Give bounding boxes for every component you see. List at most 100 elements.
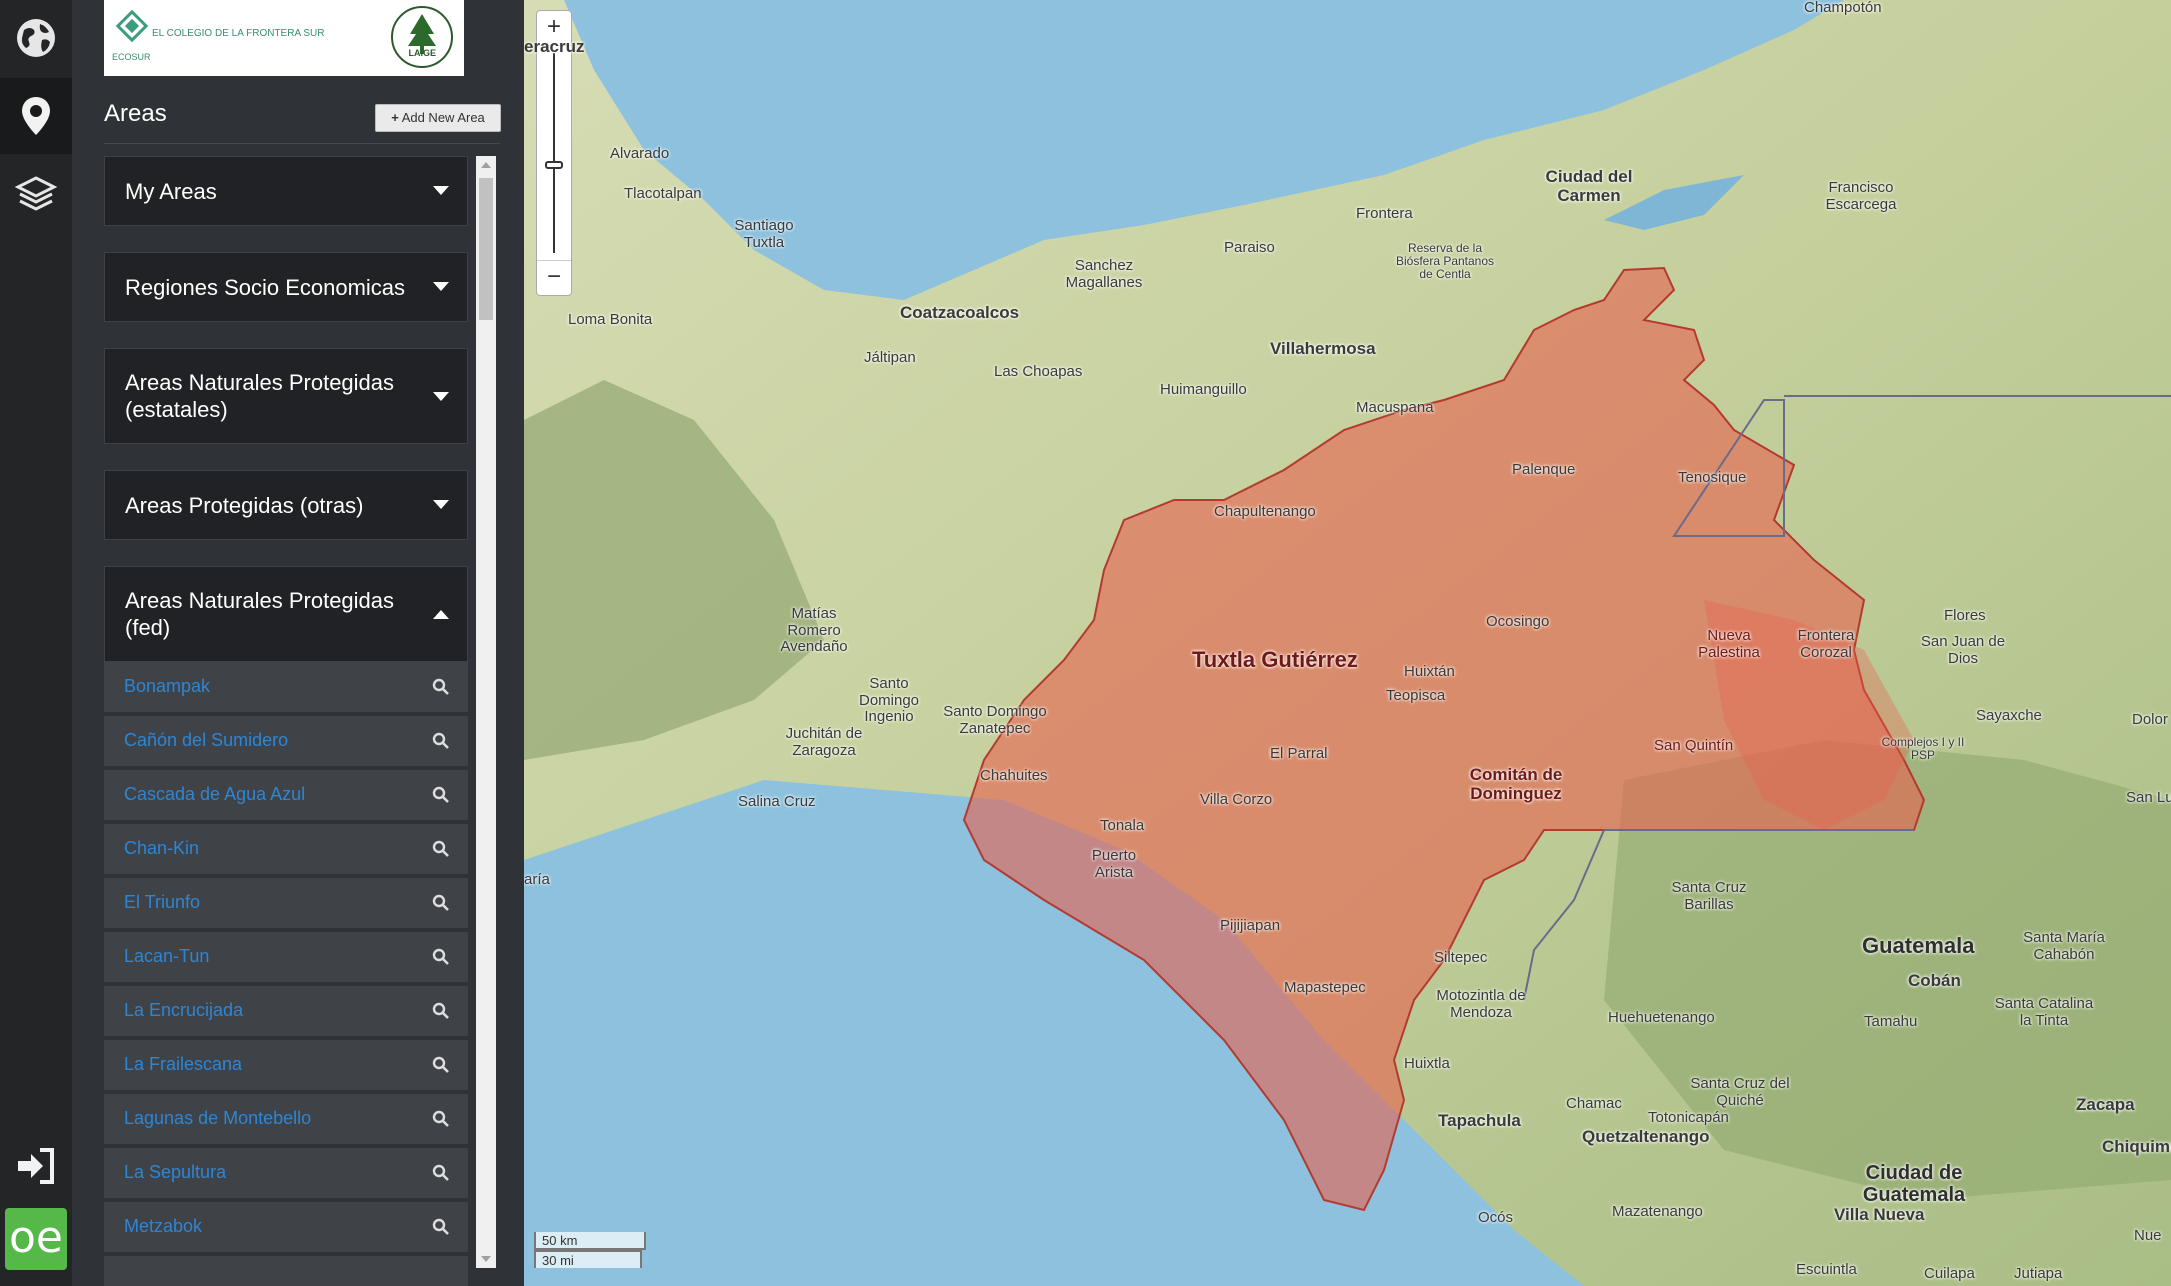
- area-item-metzabok[interactable]: Metzabok: [104, 1202, 468, 1254]
- globe-icon: [17, 19, 55, 57]
- map-label: Motozintla de Mendoza: [1436, 987, 1526, 1021]
- area-item-label[interactable]: La Frailescana: [124, 1054, 242, 1075]
- area-item-label[interactable]: Cascada de Agua Azul: [124, 784, 305, 805]
- map-pin-icon: [22, 97, 50, 135]
- map-label: Santiago Tuxtla: [734, 217, 794, 251]
- map-label: Tenosique: [1678, 469, 1747, 486]
- category-regiones-socio-economicas[interactable]: Regiones Socio Economicas: [104, 252, 468, 322]
- area-item-label[interactable]: El Triunfo: [124, 892, 200, 913]
- category-my-areas[interactable]: My Areas: [104, 156, 468, 226]
- map-label: Zacapa: [2076, 1095, 2135, 1114]
- map-label: Huimanguillo: [1160, 381, 1247, 398]
- map-label: Matías Romero Avendaño: [780, 605, 848, 655]
- category-label: Areas Naturales Protegidas (estatales): [125, 370, 395, 422]
- area-item-label[interactable]: Metzabok: [124, 1216, 202, 1237]
- area-item-canon-del-sumidero[interactable]: Cañón del Sumidero: [104, 716, 468, 768]
- panel-scrollbar[interactable]: [476, 156, 496, 1268]
- area-item-partial: [104, 1256, 468, 1286]
- area-item-el-triunfo[interactable]: El Triunfo: [104, 878, 468, 930]
- area-item-la-sepultura[interactable]: La Sepultura: [104, 1148, 468, 1200]
- map-label: Tlacotalpan: [624, 185, 702, 202]
- area-item-label[interactable]: Lacan-Tun: [124, 946, 209, 967]
- map-label: Ciudad del Carmen: [1545, 167, 1633, 205]
- map-label: San Lu: [2126, 789, 2171, 806]
- map-label: Jáltipan: [864, 349, 916, 366]
- scroll-up-arrow-icon[interactable]: [481, 162, 491, 168]
- map-label: Francisco Escarcega: [1825, 179, 1897, 213]
- search-icon[interactable]: [432, 840, 450, 858]
- area-item-lagunas-de-montebello[interactable]: Lagunas de Montebello: [104, 1094, 468, 1146]
- scroll-down-arrow-icon[interactable]: [481, 1256, 491, 1262]
- map-label: Coatzacoalcos: [900, 303, 1020, 322]
- map-label: Chapultenango: [1214, 503, 1316, 520]
- map-label: Ciudad de Guatemala: [1862, 1162, 1966, 1206]
- map-label: Pijijiapan: [1220, 917, 1281, 934]
- category-areas-protegidas-otras[interactable]: Areas Protegidas (otras): [104, 470, 468, 540]
- area-item-cascada-de-agua-azul[interactable]: Cascada de Agua Azul: [104, 770, 468, 822]
- search-icon[interactable]: [432, 894, 450, 912]
- scale-km: 50 km: [534, 1232, 646, 1250]
- map-label: Paraiso: [1224, 239, 1275, 256]
- area-item-lacan-tun[interactable]: Lacan-Tun: [104, 932, 468, 984]
- globe-button[interactable]: [0, 0, 72, 76]
- search-icon[interactable]: [432, 678, 450, 696]
- area-item-label[interactable]: Bonampak: [124, 676, 210, 697]
- area-item-label[interactable]: La Sepultura: [124, 1162, 226, 1183]
- category-anp-estatales[interactable]: Areas Naturales Protegidas (estatales): [104, 348, 468, 444]
- category-label: Areas Naturales Protegidas (fed): [125, 588, 395, 640]
- plus-icon: +: [391, 110, 399, 125]
- caret-down-icon: [433, 500, 449, 509]
- map-label: eracruz: [524, 37, 585, 56]
- area-item-label[interactable]: Lagunas de Montebello: [124, 1108, 311, 1129]
- seal-text: LAIGE: [408, 48, 436, 58]
- map-label: Siltepec: [1434, 949, 1488, 966]
- category-label: My Areas: [125, 179, 217, 204]
- category-anp-fed[interactable]: Areas Naturales Protegidas (fed): [104, 566, 468, 662]
- area-item-label[interactable]: Chan-Kin: [124, 838, 199, 859]
- zoom-slider-track[interactable]: [553, 53, 555, 253]
- map-label: Las Choapas: [994, 363, 1083, 380]
- map-label: Cobán: [1908, 971, 1961, 990]
- area-item-bonampak[interactable]: Bonampak: [104, 662, 468, 714]
- login-icon: [18, 1148, 54, 1184]
- search-icon[interactable]: [432, 1002, 450, 1020]
- layers-button[interactable]: [0, 156, 72, 232]
- map-label-tuxtla: Tuxtla Gutiérrez: [1192, 647, 1358, 672]
- login-button[interactable]: [0, 1128, 72, 1204]
- search-icon[interactable]: [432, 1056, 450, 1074]
- search-icon[interactable]: [432, 1110, 450, 1128]
- scale-mi: 30 mi: [534, 1250, 642, 1268]
- map-view[interactable]: + − 50 km 30 mi Champotón eracruz Alvara…: [524, 0, 2171, 1286]
- map-label: Reserva de la Biósfera Pantanos de Centl…: [1395, 241, 1495, 282]
- map-label: Mazatenango: [1612, 1203, 1703, 1220]
- layers-icon: [14, 176, 58, 211]
- category-label: Areas Protegidas (otras): [125, 493, 364, 518]
- map-label: Alvarado: [610, 145, 670, 162]
- map-label: Dolor: [2132, 711, 2168, 728]
- search-icon[interactable]: [432, 786, 450, 804]
- map-label: Sayaxche: [1976, 707, 2042, 724]
- search-icon[interactable]: [432, 1218, 450, 1236]
- zoom-out-button[interactable]: −: [537, 260, 571, 295]
- area-item-label[interactable]: La Encrucijada: [124, 1000, 243, 1021]
- scrollbar-thumb[interactable]: [479, 178, 493, 320]
- map-label: Macuspana: [1356, 399, 1434, 416]
- area-item-chan-kin[interactable]: Chan-Kin: [104, 824, 468, 876]
- area-item-label[interactable]: Cañón del Sumidero: [124, 730, 288, 751]
- search-icon[interactable]: [432, 948, 450, 966]
- area-item-la-encrucijada[interactable]: La Encrucijada: [104, 986, 468, 1038]
- search-icon[interactable]: [432, 732, 450, 750]
- map-label: Nue: [2134, 1227, 2162, 1244]
- add-new-area-button[interactable]: + Add New Area: [375, 104, 501, 132]
- panel-title: Areas: [104, 100, 167, 127]
- map-label: Frontera Corozal: [1797, 627, 1855, 661]
- zoom-slider-handle[interactable]: [545, 161, 563, 169]
- map-label: Ocós: [1478, 1209, 1514, 1226]
- ecosur-emblem-icon: [115, 10, 149, 43]
- search-icon[interactable]: [432, 1164, 450, 1182]
- map-label: Escuintla: [1796, 1261, 1857, 1278]
- area-item-la-frailescana[interactable]: La Frailescana: [104, 1040, 468, 1092]
- map-label: Cuilapa: [1924, 1265, 1975, 1282]
- areas-button[interactable]: [0, 78, 72, 154]
- openenvironment-logo-button[interactable]: oe: [0, 1200, 72, 1278]
